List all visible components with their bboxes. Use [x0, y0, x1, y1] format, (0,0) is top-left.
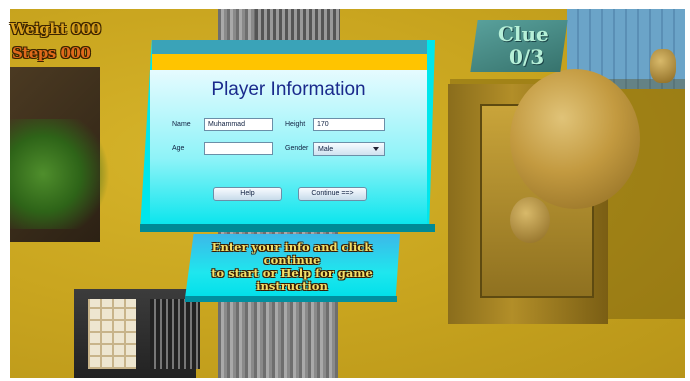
age-label: Age	[172, 145, 185, 152]
gender-dropdown[interactable]: Male	[313, 142, 385, 156]
steps-counter: Steps 000	[12, 44, 91, 62]
name-field[interactable]: Muhammad	[204, 118, 273, 131]
dialog-shadow	[140, 224, 435, 232]
dialog-top-bar	[152, 40, 427, 54]
continue-button[interactable]: Continue ==>	[298, 187, 367, 201]
dome	[510, 69, 640, 209]
instruction-line-1: Enter your info and click continue	[211, 240, 373, 267]
roof-ornament	[650, 49, 676, 83]
clue-count: 0/3	[509, 45, 545, 69]
dome-ornament	[510, 197, 550, 243]
weight-counter: Weight 000	[10, 20, 101, 38]
chevron-down-icon	[373, 147, 379, 151]
striped-building	[150, 299, 200, 369]
dialog-title: Player Information	[211, 79, 366, 100]
gender-label: Gender	[285, 145, 309, 152]
clue-title: Clue	[498, 22, 549, 46]
help-button[interactable]: Help	[213, 187, 282, 201]
palm-plant	[10, 119, 120, 229]
instruction-text: Enter your info and click continue to st…	[192, 241, 392, 293]
height-label: Height	[285, 121, 306, 128]
age-field[interactable]	[204, 142, 273, 155]
gender-selected: Male	[318, 146, 334, 153]
height-field[interactable]: 170	[313, 118, 385, 131]
shop-shelves	[88, 299, 136, 369]
instruction-panel-shadow	[185, 296, 397, 302]
dialog-gold-banner	[152, 54, 427, 70]
name-label: Name	[172, 121, 191, 128]
instruction-line-3: instruction	[256, 279, 328, 293]
